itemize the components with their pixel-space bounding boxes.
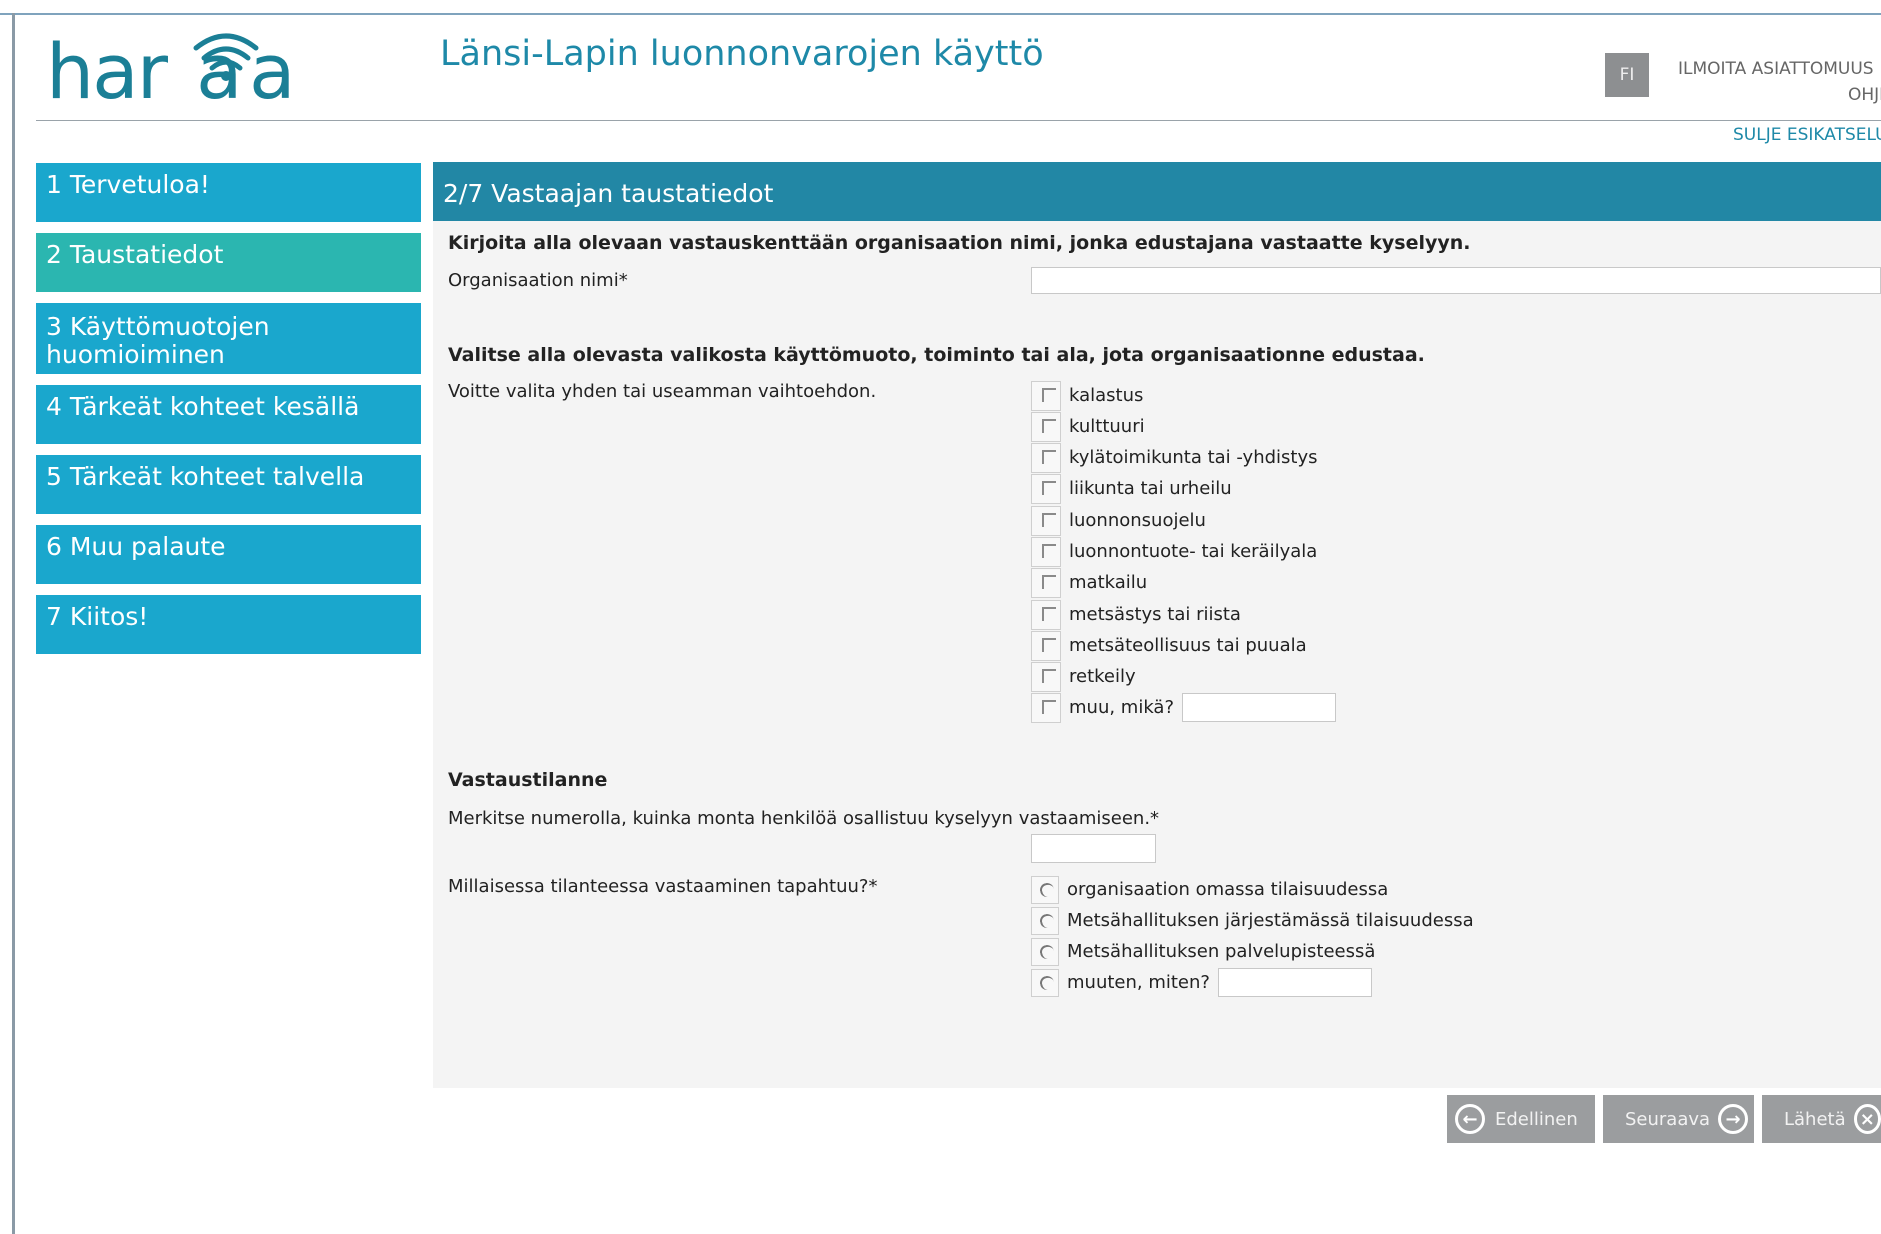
participants-label: Merkitse numerolla, kuinka monta henkilö… — [448, 808, 1160, 829]
checkbox[interactable] — [1031, 630, 1061, 661]
question-usage-instruction: Valitse alla olevasta valikosta käyttömu… — [448, 344, 1425, 366]
radio-button[interactable] — [1031, 875, 1059, 904]
section-title: 2/7 Vastaajan taustatiedot — [433, 162, 1881, 221]
usage-option[interactable]: kalastus — [1031, 380, 1143, 411]
previous-label: Edellinen — [1495, 1108, 1578, 1130]
nav-item-winter[interactable]: 5 Tärkeät kohteet talvella — [36, 455, 421, 514]
survey-title: Länsi-Lapin luonnonvarojen käyttö — [440, 34, 1044, 74]
close-x-icon: × — [1853, 1104, 1881, 1134]
window-left-border — [12, 13, 15, 1234]
svg-text:a: a — [249, 27, 296, 106]
checkbox[interactable] — [1031, 567, 1061, 598]
usage-option-other[interactable]: muu, mikä? — [1031, 692, 1337, 723]
option-label: organisaation omassa tilaisuudessa — [1067, 879, 1389, 900]
report-inappropriate-link[interactable]: ILMOITA ASIATTOMUUS — [1678, 59, 1874, 79]
next-button[interactable]: Seuraava → — [1603, 1095, 1754, 1143]
response-situation-heading: Vastaustilanne — [448, 769, 608, 791]
nav-item-background[interactable]: 2 Taustatiedot — [36, 233, 421, 292]
send-label: Lähetä — [1784, 1108, 1846, 1130]
usage-option[interactable]: kulttuuri — [1031, 411, 1145, 442]
language-button[interactable]: FI — [1605, 53, 1649, 97]
radio-button[interactable] — [1031, 906, 1059, 935]
arrow-left-icon: ← — [1455, 1104, 1485, 1134]
situation-other-input[interactable] — [1217, 968, 1372, 997]
participants-input[interactable] — [1031, 834, 1156, 863]
checkbox[interactable] — [1031, 411, 1061, 442]
radio-button[interactable] — [1031, 937, 1059, 966]
arrow-right-icon: → — [1718, 1104, 1749, 1134]
option-label: Metsähallituksen järjestämässä tilaisuud… — [1067, 910, 1474, 931]
usage-option[interactable]: luonnonsuojelu — [1031, 505, 1206, 536]
checkbox[interactable] — [1031, 599, 1061, 630]
option-label: retkeily — [1069, 666, 1136, 687]
org-name-input[interactable] — [1031, 267, 1881, 294]
nav-item-thanks[interactable]: 7 Kiitos! — [36, 595, 421, 654]
option-label: kylätoimikunta tai -yhdistys — [1069, 447, 1318, 468]
situation-option-other[interactable]: muuten, miten? — [1031, 967, 1372, 998]
option-label: metsäteollisuus tai puuala — [1069, 635, 1307, 656]
nav-item-summer[interactable]: 4 Tärkeät kohteet kesällä — [36, 385, 421, 444]
option-label: kalastus — [1069, 385, 1144, 406]
usage-option[interactable]: luonnontuote- tai keräilyala — [1031, 536, 1317, 567]
option-label: kulttuuri — [1069, 416, 1145, 437]
radio-button[interactable] — [1031, 968, 1059, 997]
situation-option[interactable]: Metsähallituksen järjestämässä tilaisuud… — [1031, 905, 1474, 936]
checkbox[interactable] — [1031, 473, 1061, 504]
option-label: muuten, miten? — [1067, 972, 1210, 993]
usage-option[interactable]: liikunta tai urheilu — [1031, 473, 1232, 504]
close-preview-link[interactable]: SULJE ESIKATSELU — [1733, 125, 1881, 145]
option-label: muu, mikä? — [1069, 697, 1175, 718]
help-link[interactable]: OHJE — [1678, 82, 1881, 108]
checkbox[interactable] — [1031, 536, 1061, 567]
option-label: matkailu — [1069, 572, 1148, 593]
option-label: metsästys tai riista — [1069, 604, 1241, 625]
checkbox[interactable] — [1031, 442, 1061, 473]
send-button[interactable]: Lähetä × — [1762, 1095, 1881, 1143]
usage-option[interactable]: metsäteollisuus tai puuala — [1031, 630, 1307, 661]
situation-option[interactable]: organisaation omassa tilaisuudessa — [1031, 874, 1388, 905]
section-nav: 1 Tervetuloa! 2 Taustatiedot 3 Käyttömuo… — [36, 163, 421, 665]
nav-item-feedback[interactable]: 6 Muu palaute — [36, 525, 421, 584]
situation-option[interactable]: Metsähallituksen palvelupisteessä — [1031, 936, 1375, 967]
logo-text-left: har — [46, 27, 169, 106]
logo-text-right: a — [196, 27, 243, 106]
usage-other-input[interactable] — [1182, 693, 1337, 722]
next-label: Seuraava — [1625, 1108, 1711, 1130]
usage-option[interactable]: matkailu — [1031, 567, 1147, 598]
situation-label: Millaisessa tilanteessa vastaaminen tapa… — [448, 876, 878, 897]
nav-item-welcome[interactable]: 1 Tervetuloa! — [36, 163, 421, 222]
option-label: Metsähallituksen palvelupisteessä — [1067, 941, 1376, 962]
option-label: liikunta tai urheilu — [1069, 478, 1232, 499]
usage-option[interactable]: retkeily — [1031, 661, 1136, 692]
org-name-label: Organisaation nimi* — [448, 270, 628, 291]
header-links: ILMOITA ASIATTOMUUS OHJE — [1678, 56, 1881, 108]
nav-item-usage[interactable]: 3 Käyttömuotojen huomioiminen — [36, 303, 421, 374]
usage-hint: Voitte valita yhden tai useamman vaihtoe… — [448, 381, 877, 402]
option-label: luonnontuote- tai keräilyala — [1069, 541, 1318, 562]
checkbox[interactable] — [1031, 505, 1061, 536]
header-divider — [36, 120, 1881, 121]
checkbox[interactable] — [1031, 661, 1061, 692]
usage-option[interactable]: kylätoimikunta tai -yhdistys — [1031, 442, 1318, 473]
question-org-instruction: Kirjoita alla olevaan vastauskenttään or… — [448, 232, 1471, 254]
usage-option[interactable]: metsästys tai riista — [1031, 599, 1241, 630]
checkbox[interactable] — [1031, 380, 1061, 411]
window-top-border — [0, 13, 1881, 15]
option-label: luonnonsuojelu — [1069, 510, 1206, 531]
previous-button[interactable]: ← Edellinen — [1447, 1095, 1595, 1143]
hara-logo: har a a — [46, 26, 306, 116]
checkbox[interactable] — [1031, 692, 1061, 723]
